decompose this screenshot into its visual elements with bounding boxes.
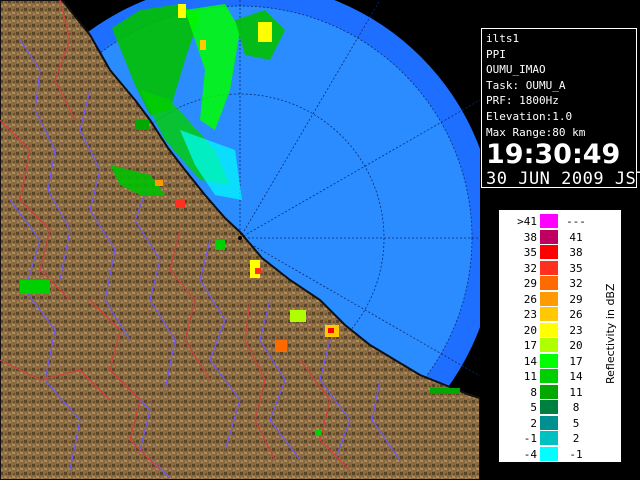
product-type: PPI: [486, 47, 506, 61]
legend-row-low: 26: [523, 292, 537, 306]
legend-color-swatch: [540, 353, 558, 368]
legend-row-low: 38: [523, 230, 537, 244]
legend-row-high: 2: [572, 432, 580, 445]
station-name: OUMU_IMAO: [486, 63, 546, 77]
legend-color-swatch: [540, 260, 558, 275]
legend-row-high: 20: [569, 339, 583, 352]
legend-row-high: 35: [569, 261, 583, 275]
site-name: ilts1: [486, 32, 520, 45]
legend-color-swatch: [540, 415, 558, 430]
legend-row-low: >41: [517, 215, 537, 228]
info-panel: ilts1 PPI OUMU_IMAO Task: OUMU_A PRF: 18…: [481, 28, 640, 190]
legend-row-high: 14: [569, 370, 583, 383]
legend-color-swatch: [540, 245, 558, 259]
legend-row-low: 23: [523, 308, 537, 321]
legend-row-low: 20: [523, 323, 537, 337]
legend-row-low: 14: [523, 354, 537, 368]
legend-row-low: 35: [523, 246, 537, 259]
legend-row-high: 41: [569, 230, 583, 244]
legend-row-low: 32: [523, 261, 537, 275]
legend-row-low: 17: [523, 339, 537, 352]
legend-row-low: -4: [523, 447, 537, 461]
legend-color-swatch: [540, 307, 558, 321]
elevation-value: Elevation:1.0: [486, 109, 573, 123]
legend-row-low: 5: [530, 401, 537, 414]
legend-row-low: 8: [530, 385, 537, 399]
legend-color-swatch: [540, 214, 558, 228]
legend-color-swatch: [540, 338, 558, 352]
legend-row-high: 5: [572, 416, 580, 430]
legend-title: Reflectivity in dBZ: [604, 283, 617, 385]
legend-color-swatch: [540, 369, 558, 383]
legend-color-swatch: [540, 384, 558, 399]
legend-color-swatch: [540, 276, 558, 290]
legend-row-high: ---: [566, 215, 586, 228]
legend-row-low: 2: [530, 416, 537, 430]
legend-color-swatch: [540, 400, 558, 414]
legend-row-high: 32: [569, 277, 583, 290]
legend-row-high: 17: [569, 354, 583, 368]
legend-row-low: -1: [523, 432, 537, 445]
legend-row-high: 8: [572, 401, 580, 414]
observation-time: 19:30:49: [486, 139, 621, 171]
max-range-value: Max Range:80 km: [486, 125, 586, 139]
task-name: Task: OUMU_A: [486, 78, 566, 92]
observation-date: 30 JUN 2009 JST: [486, 169, 640, 190]
legend-row-low: 29: [523, 277, 537, 290]
legend-row-high: 11: [569, 385, 583, 399]
legend-color-swatch: [540, 291, 558, 306]
legend-row-low: 11: [523, 370, 537, 383]
radar-site-marker: [238, 236, 242, 240]
legend-row-high: -1: [569, 447, 583, 461]
legend-color-swatch: [540, 322, 558, 337]
legend-color-swatch: [540, 446, 558, 461]
legend-row-high: 23: [569, 323, 583, 337]
legend-color-swatch: [540, 431, 558, 445]
radar-ppi-map: [0, 0, 480, 480]
legend-row-high: 38: [569, 246, 583, 259]
legend-row-high: 29: [569, 292, 583, 306]
prf-value: PRF: 1800Hz: [486, 94, 559, 108]
legend-row-high: 26: [569, 308, 583, 321]
legend-color-swatch: [540, 229, 558, 244]
